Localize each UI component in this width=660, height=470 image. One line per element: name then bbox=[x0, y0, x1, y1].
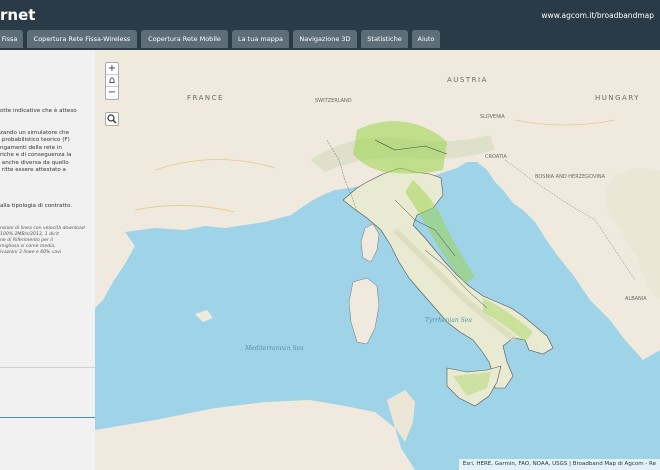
label-slovenia: SLOVENIA bbox=[480, 114, 505, 120]
label-austria: AUSTRIA bbox=[447, 76, 488, 84]
tab-la-tua-mappa[interactable]: La tua mappa bbox=[232, 30, 289, 48]
search-icon bbox=[107, 114, 117, 124]
map-attribution: Esri, HERE, Garmin, FAO, NOAA, USGS | Br… bbox=[458, 459, 660, 470]
tab-statistiche[interactable]: Statistiche bbox=[361, 30, 408, 48]
tab-copertura-mobile[interactable]: Copertura Rete Mobile bbox=[141, 30, 228, 48]
tab-aiuto[interactable]: Aiuto bbox=[412, 30, 440, 48]
top-bar: rnet www.agcom.it/broadbandmap bbox=[0, 0, 660, 30]
map-view[interactable]: FRANCE SWITZERLAND AUSTRIA HUNGARY SLOVE… bbox=[95, 50, 660, 470]
land-spain bbox=[95, 232, 135, 308]
home-button[interactable]: ⌂ bbox=[106, 75, 118, 87]
zoom-in-button[interactable]: + bbox=[106, 63, 118, 75]
search-button[interactable] bbox=[105, 112, 119, 126]
label-france: FRANCE bbox=[187, 94, 224, 102]
zoom-out-button[interactable]: − bbox=[106, 87, 118, 99]
sidebar-divider bbox=[0, 367, 95, 368]
label-mediterranean: Mediterranean Sea bbox=[244, 345, 304, 352]
label-tyrrhenian: Tyrrhenian Sea bbox=[425, 317, 472, 324]
label-switzerland: SWITZERLAND bbox=[315, 98, 352, 104]
sidebar-footnote-text: nsioni di linea con velocità download 10… bbox=[0, 226, 85, 255]
tab-fissa[interactable]: Fissa bbox=[0, 30, 23, 48]
label-albania: ALBANIA bbox=[625, 296, 647, 302]
label-bosnia: BOSNIA AND HERZEGOVINA bbox=[535, 174, 606, 180]
tab-bar: Fissa Copertura Rete Fissa-Wireless Cope… bbox=[0, 30, 660, 50]
sidebar-divider-accent bbox=[0, 417, 95, 418]
label-hungary: HUNGARY bbox=[595, 94, 640, 102]
app-title: rnet bbox=[0, 6, 36, 24]
label-croatia: CROATIA bbox=[485, 154, 507, 160]
zoom-control: + ⌂ − bbox=[105, 62, 119, 100]
tab-copertura-fissa-wireless[interactable]: Copertura Rete Fissa-Wireless bbox=[27, 30, 137, 48]
sidebar-intro-text: otte indicative che è atteso bbox=[0, 108, 77, 114]
app-url[interactable]: www.agcom.it/broadbandmap bbox=[541, 11, 654, 20]
sidebar-simulator-text: zando un simulatore che probabilistico t… bbox=[0, 130, 72, 174]
basemap: FRANCE SWITZERLAND AUSTRIA HUNGARY SLOVE… bbox=[95, 50, 660, 470]
land-balearic bbox=[195, 310, 213, 322]
info-sidebar: otte indicative che è atteso zando un si… bbox=[0, 50, 95, 470]
sidebar-contract-text: alla tipologia di contratto. bbox=[0, 203, 73, 209]
land-sardinia bbox=[348, 277, 380, 345]
land-corsica bbox=[360, 223, 380, 263]
tab-navigazione-3d[interactable]: Navigazione 3D bbox=[293, 30, 357, 48]
land-africa bbox=[95, 400, 415, 470]
